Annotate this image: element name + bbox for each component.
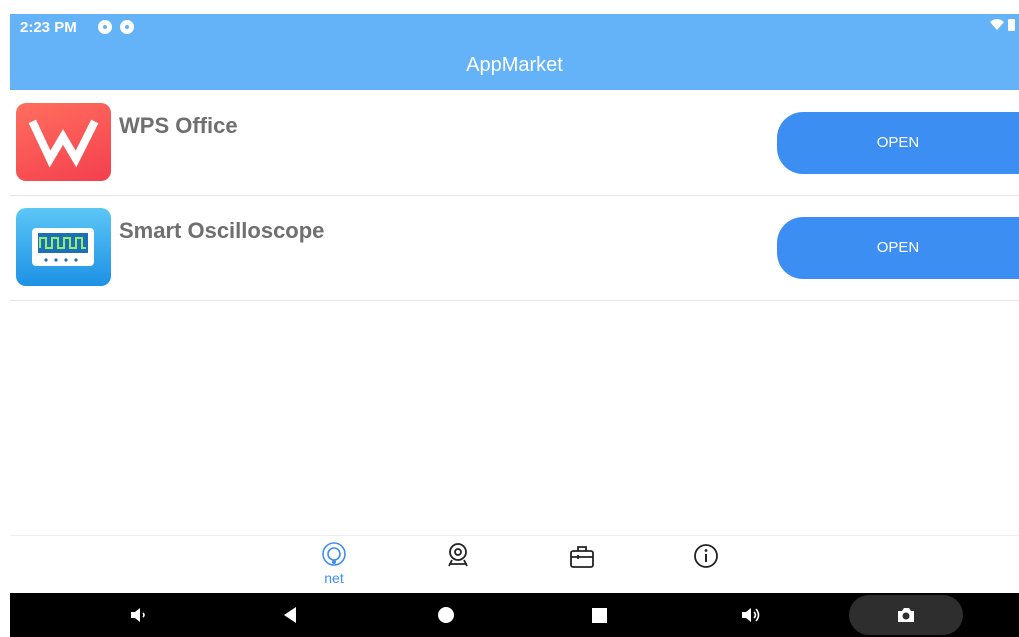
- app-list-item[interactable]: WPS Office OPEN: [10, 92, 1019, 196]
- oscilloscope-icon: [16, 208, 111, 286]
- wps-office-icon: [16, 103, 111, 181]
- screenshot-button[interactable]: [849, 595, 963, 635]
- tab-label: net: [324, 570, 344, 586]
- home-icon[interactable]: [435, 604, 457, 626]
- open-button[interactable]: OPEN: [777, 112, 1019, 174]
- volume-up-icon[interactable]: [740, 604, 762, 626]
- system-navigation-bar: [10, 593, 1019, 637]
- app-list-item[interactable]: Smart Oscilloscope OPEN: [10, 197, 1019, 301]
- recents-icon[interactable]: [588, 604, 610, 626]
- net-icon: [322, 542, 346, 566]
- notification-icon: [120, 20, 134, 34]
- location-icon: [448, 543, 468, 567]
- page-title: AppMarket: [466, 54, 563, 76]
- tab-briefcase[interactable]: [552, 540, 612, 590]
- tab-location[interactable]: [428, 540, 488, 590]
- top-frame: [0, 0, 1019, 14]
- app-name: WPS Office: [119, 113, 238, 138]
- camera-icon: [898, 608, 914, 622]
- app-header: 2:23 PM AppMarket: [10, 14, 1019, 90]
- bottom-tab-bar: net: [10, 535, 1019, 594]
- back-icon[interactable]: [280, 604, 302, 626]
- volume-down-icon[interactable]: [128, 604, 150, 626]
- info-icon: [694, 544, 718, 568]
- app-name: Smart Oscilloscope: [119, 218, 325, 243]
- wifi-icon: [989, 18, 1015, 34]
- open-button[interactable]: OPEN: [777, 217, 1019, 279]
- notification-icon: [98, 20, 112, 34]
- status-time: 2:23 PM: [20, 19, 77, 36]
- briefcase-icon: [570, 546, 594, 568]
- tab-info[interactable]: [676, 540, 736, 590]
- tab-net[interactable]: net: [304, 540, 364, 590]
